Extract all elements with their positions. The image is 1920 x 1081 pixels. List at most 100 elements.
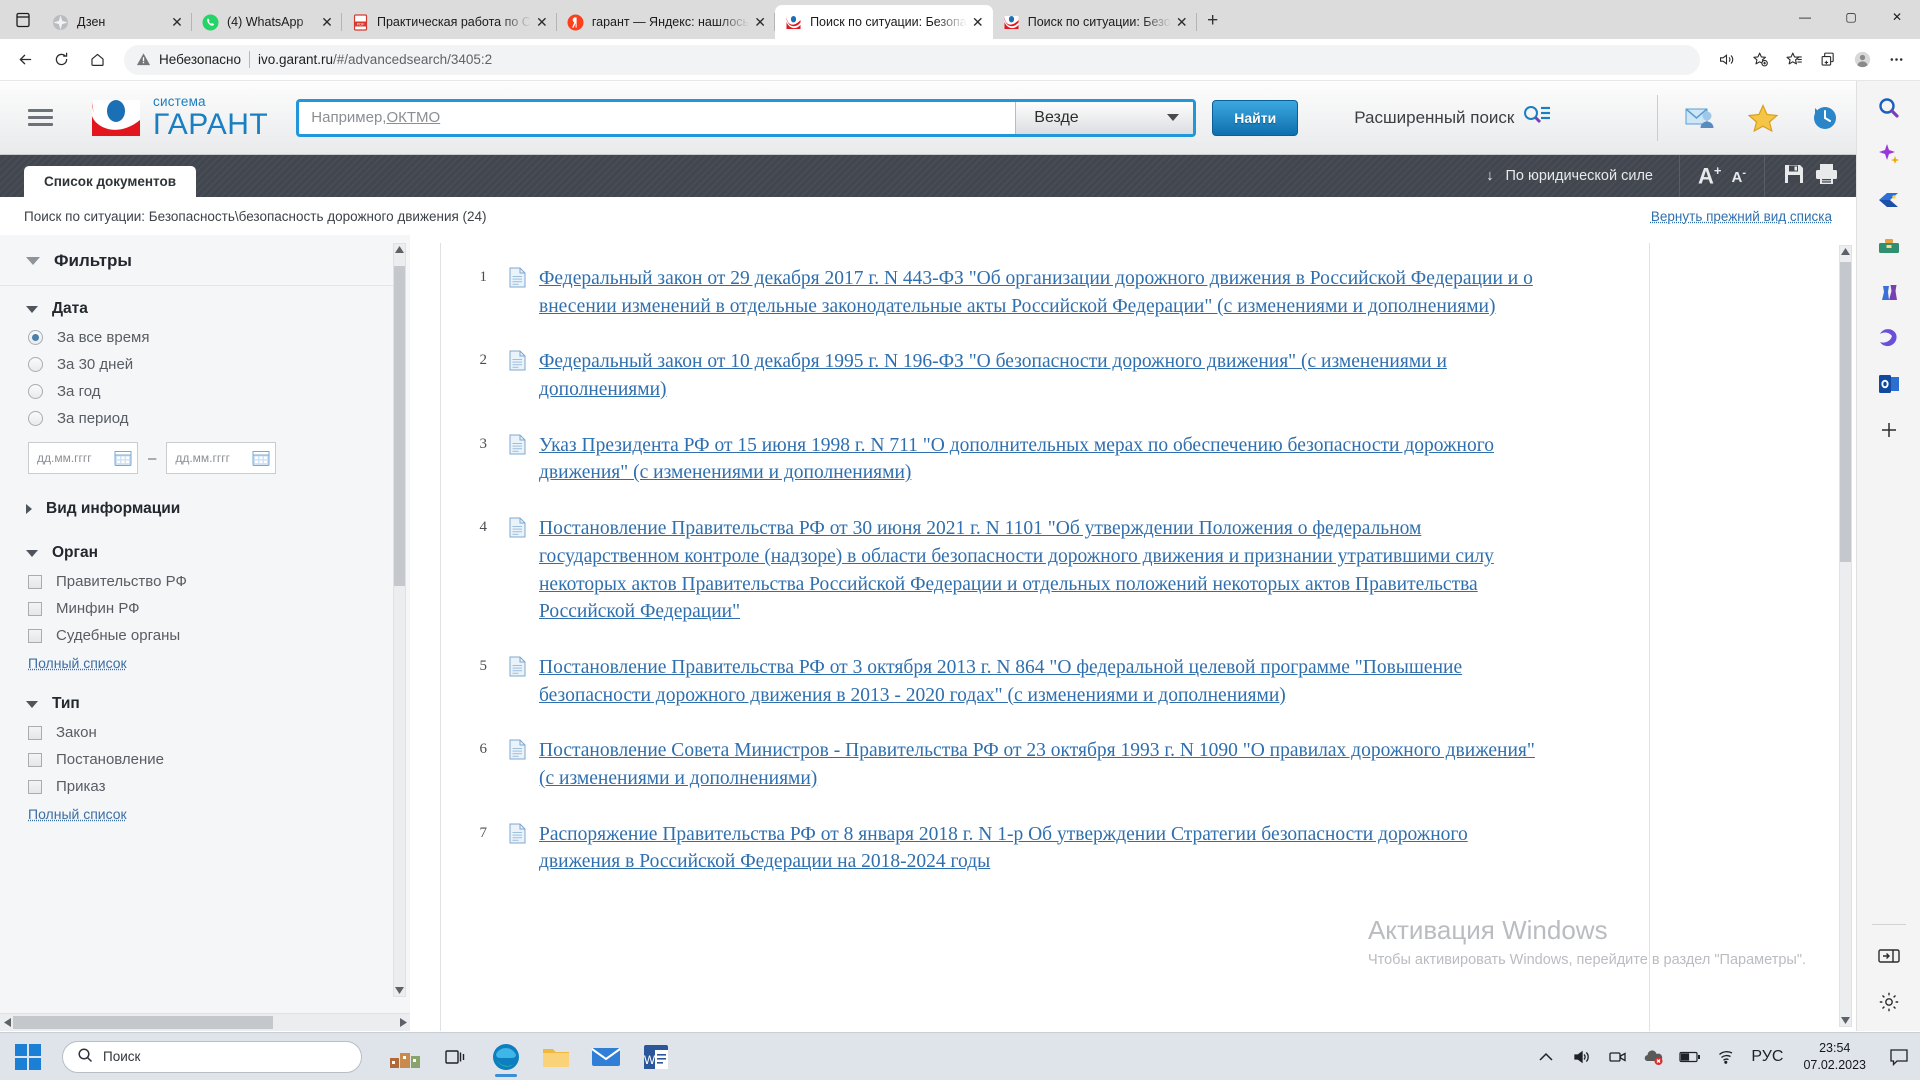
document-list-item[interactable]: 6Постановление Совета Министров - Правит… bbox=[461, 737, 1609, 792]
document-title-link[interactable]: Указ Президента РФ от 15 июня 1998 г. N … bbox=[539, 432, 1539, 487]
url-bar[interactable]: Небезопасно ivo.garant.ru/#/advancedsear… bbox=[124, 45, 1700, 75]
calendar-icon[interactable] bbox=[114, 449, 132, 467]
close-button[interactable]: ✕ bbox=[1874, 0, 1920, 34]
find-button[interactable]: Найти bbox=[1212, 100, 1298, 136]
checkbox[interactable] bbox=[28, 575, 42, 589]
start-icon[interactable] bbox=[0, 1033, 56, 1081]
full-list-link[interactable]: Полный список bbox=[28, 655, 394, 671]
date-from-input[interactable]: дд.мм.гггг bbox=[28, 442, 138, 474]
scroll-right-arrow-icon[interactable] bbox=[396, 1014, 410, 1031]
favorites-icon[interactable] bbox=[1778, 44, 1810, 76]
sidebar-toggle-icon[interactable] bbox=[1874, 941, 1904, 971]
scroll-up-arrow-icon[interactable] bbox=[1840, 245, 1851, 258]
tab-list-icon[interactable] bbox=[6, 3, 40, 37]
read-aloud-icon[interactable] bbox=[1710, 44, 1742, 76]
filter-option-3-2[interactable]: Приказ bbox=[26, 773, 394, 800]
filter-group-header[interactable]: Дата bbox=[26, 300, 394, 318]
widgets-icon[interactable] bbox=[384, 1035, 428, 1079]
filters-horizontal-scrollbar[interactable] bbox=[0, 1013, 410, 1031]
settings-gear-icon[interactable] bbox=[1874, 987, 1904, 1017]
mail-icon[interactable] bbox=[584, 1035, 628, 1079]
star-icon[interactable] bbox=[1746, 103, 1780, 133]
browser-tab-2[interactable]: (4) WhatsApp✕ bbox=[192, 5, 342, 39]
wifi-icon[interactable] bbox=[1715, 1046, 1737, 1068]
notification-icon[interactable] bbox=[1886, 1044, 1912, 1070]
task-view-icon[interactable] bbox=[434, 1035, 478, 1079]
document-title-link[interactable]: Постановление Правительства РФ от 30 июн… bbox=[539, 515, 1539, 626]
close-icon[interactable]: ✕ bbox=[1171, 11, 1193, 33]
document-list-item[interactable]: 2Федеральный закон от 10 декабря 1995 г.… bbox=[461, 348, 1609, 403]
radio-button[interactable] bbox=[28, 411, 43, 426]
home-icon[interactable] bbox=[80, 43, 114, 77]
checkbox[interactable] bbox=[28, 629, 42, 643]
filters-title-row[interactable]: Фильтры bbox=[0, 235, 394, 285]
filter-option-0-3[interactable]: За период bbox=[26, 405, 394, 432]
close-icon[interactable]: ✕ bbox=[531, 11, 553, 33]
chevron-up-icon[interactable] bbox=[1535, 1046, 1557, 1068]
filter-option-2-1[interactable]: Минфин РФ bbox=[26, 595, 394, 622]
filters-vertical-scrollbar[interactable] bbox=[393, 243, 406, 997]
filter-option-2-0[interactable]: Правительство РФ bbox=[26, 568, 394, 595]
browser-tab-4[interactable]: гарант — Яндекс: нашлось✕ bbox=[557, 5, 775, 39]
browser-tab-6[interactable]: Поиск по ситуации: Безо✕ bbox=[993, 5, 1197, 39]
font-increase-button[interactable]: A+ bbox=[1698, 163, 1721, 189]
filter-option-0-0[interactable]: За все время bbox=[26, 324, 394, 351]
outlook-icon[interactable] bbox=[1874, 369, 1904, 399]
close-icon[interactable]: ✕ bbox=[967, 11, 989, 33]
save-icon[interactable] bbox=[1783, 163, 1805, 190]
date-to-input[interactable]: дд.мм.гггг bbox=[166, 442, 276, 474]
filter-option-3-1[interactable]: Постановление bbox=[26, 746, 394, 773]
restore-list-view-link[interactable]: Вернуть прежний вид списка bbox=[1651, 209, 1832, 224]
scroll-down-arrow-icon[interactable] bbox=[1840, 1014, 1851, 1027]
document-title-link[interactable]: Федеральный закон от 10 декабря 1995 г. … bbox=[539, 348, 1539, 403]
scroll-down-arrow-icon[interactable] bbox=[394, 984, 405, 997]
document-list-item[interactable]: 4Постановление Правительства РФ от 30 ию… bbox=[461, 515, 1609, 626]
collections-icon[interactable] bbox=[1812, 44, 1844, 76]
browser-tab-3[interactable]: PDFПрактическая работа по С✕ bbox=[342, 5, 557, 39]
filter-option-0-1[interactable]: За 30 дней bbox=[26, 351, 394, 378]
garant-search-box[interactable]: Например, ОКТМО Везде bbox=[296, 99, 1196, 137]
filter-option-0-2[interactable]: За год bbox=[26, 378, 394, 405]
document-title-link[interactable]: Федеральный закон от 29 декабря 2017 г. … bbox=[539, 265, 1539, 320]
filter-option-2-2[interactable]: Судебные органы bbox=[26, 622, 394, 649]
document-title-link[interactable]: Распоряжение Правительства РФ от 8 январ… bbox=[539, 821, 1539, 876]
add-favorite-icon[interactable] bbox=[1744, 44, 1776, 76]
document-list-item[interactable]: 3Указ Президента РФ от 15 июня 1998 г. N… bbox=[461, 432, 1609, 487]
filter-group-header[interactable]: Вид информации bbox=[26, 500, 394, 518]
volume-icon[interactable] bbox=[1571, 1046, 1593, 1068]
minimize-button[interactable]: — bbox=[1782, 0, 1828, 34]
results-vertical-scrollbar[interactable] bbox=[1839, 245, 1852, 1027]
reload-icon[interactable] bbox=[44, 43, 78, 77]
document-list-item[interactable]: 7Распоряжение Правительства РФ от 8 янва… bbox=[461, 821, 1609, 876]
tools-icon[interactable] bbox=[1874, 231, 1904, 261]
radio-button[interactable] bbox=[28, 384, 43, 399]
checkbox[interactable] bbox=[28, 726, 42, 740]
scrollbar-thumb[interactable] bbox=[394, 266, 405, 586]
profile-icon[interactable] bbox=[1846, 44, 1878, 76]
microsoft-365-icon[interactable] bbox=[1874, 323, 1904, 353]
search-scope-select[interactable]: Везде bbox=[1015, 102, 1193, 134]
document-list-item[interactable]: 5Постановление Правительства РФ от 3 окт… bbox=[461, 654, 1609, 709]
advanced-search-link[interactable]: Расширенный поиск bbox=[1354, 104, 1551, 131]
font-decrease-button[interactable]: A- bbox=[1731, 167, 1746, 186]
filter-option-3-0[interactable]: Закон bbox=[26, 719, 394, 746]
radio-button[interactable] bbox=[28, 330, 43, 345]
print-icon[interactable] bbox=[1815, 163, 1838, 190]
browser-tab-1[interactable]: Дзен✕ bbox=[42, 5, 192, 39]
checkbox[interactable] bbox=[28, 780, 42, 794]
full-list-link[interactable]: Полный список bbox=[28, 806, 394, 822]
scroll-up-arrow-icon[interactable] bbox=[394, 243, 405, 256]
mail-user-icon[interactable] bbox=[1684, 103, 1718, 133]
settings-more-icon[interactable] bbox=[1880, 44, 1912, 76]
sort-control[interactable]: ↓ По юридической силе bbox=[1460, 168, 1679, 184]
scrollbar-thumb[interactable] bbox=[1840, 262, 1851, 562]
word-icon[interactable]: W bbox=[634, 1035, 678, 1079]
search-icon[interactable] bbox=[1874, 93, 1904, 123]
taskbar-search-box[interactable]: Поиск bbox=[62, 1041, 362, 1073]
scroll-left-arrow-icon[interactable] bbox=[0, 1014, 14, 1031]
maximize-button[interactable]: ▢ bbox=[1828, 0, 1874, 34]
filter-group-header[interactable]: Тип bbox=[26, 695, 394, 713]
checkbox[interactable] bbox=[28, 753, 42, 767]
close-icon[interactable]: ✕ bbox=[316, 11, 338, 33]
back-icon[interactable] bbox=[8, 43, 42, 77]
